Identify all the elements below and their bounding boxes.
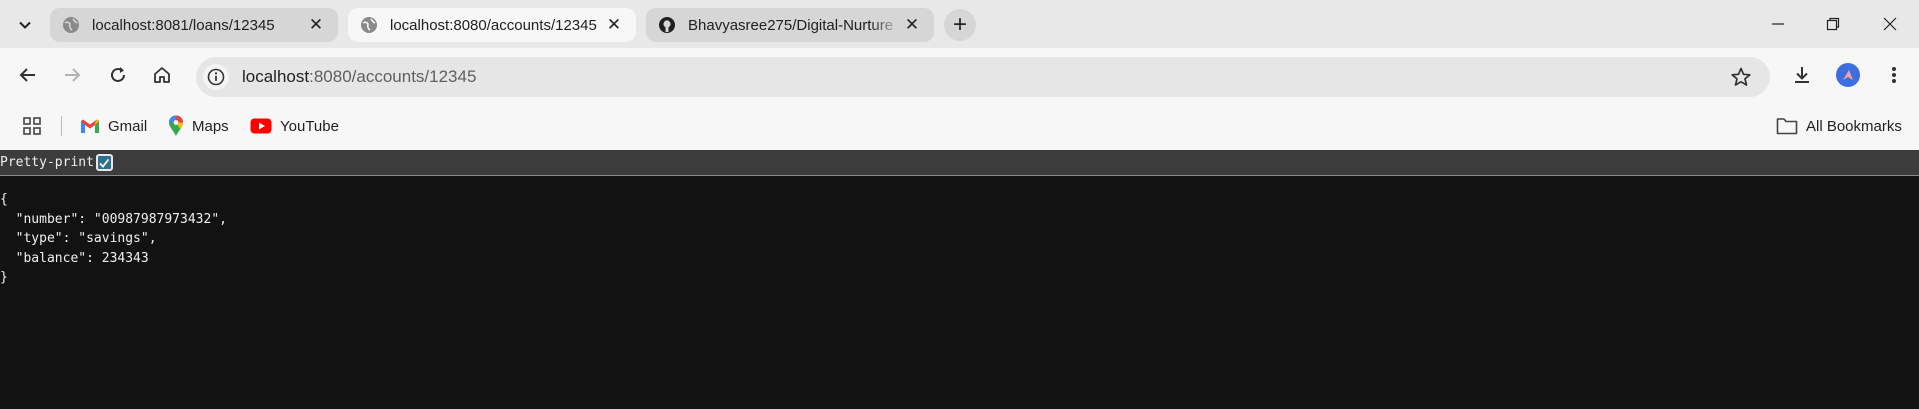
back-button[interactable] [13, 60, 43, 90]
close-icon[interactable]: ✕ [306, 15, 326, 35]
url-path: :8080/accounts/12345 [309, 67, 477, 86]
tab-strip: localhost:8081/loans/12345 ✕ localhost:8… [0, 0, 1919, 48]
avatar [1836, 63, 1860, 87]
bookmark-star-icon[interactable] [1730, 66, 1752, 88]
check-icon [99, 158, 110, 168]
close-icon[interactable]: ✕ [902, 15, 922, 35]
menu-button[interactable] [1879, 60, 1909, 90]
downloads-button[interactable] [1787, 60, 1817, 90]
new-tab-button[interactable]: + [944, 9, 976, 41]
tab-title: Bhavyasree275/Digital-Nurture [688, 16, 894, 34]
tab-title: localhost:8080/accounts/12345 [390, 16, 597, 34]
browser-toolbar: localhost:8080/accounts/12345 [0, 48, 1919, 102]
bookmark-label: Gmail [108, 117, 148, 135]
bookmark-gmail[interactable]: Gmail [80, 114, 147, 138]
json-type-line: "type": "savings", [0, 231, 157, 246]
download-icon [1795, 67, 1809, 83]
site-info-button[interactable] [203, 64, 229, 90]
maps-icon [169, 115, 183, 136]
json-number-line: "number": "00987987973432", [0, 211, 227, 227]
more-vert-icon [1892, 67, 1896, 83]
bookmarks-bar: Gmail Maps YouTube All Bookmarks [0, 102, 1919, 150]
home-icon [154, 67, 170, 83]
url-host: localhost [242, 67, 310, 86]
youtube-icon [250, 118, 272, 134]
plus-icon: + [952, 11, 967, 38]
json-viewer: { "number": "00987987973432", "type": "s… [0, 190, 227, 288]
pretty-print-label: Pretty-print [0, 155, 94, 170]
close-icon [1883, 17, 1897, 31]
json-close-brace: } [0, 270, 8, 285]
home-button[interactable] [147, 60, 177, 90]
bookmark-label: YouTube [280, 117, 339, 135]
json-open-brace: { [0, 192, 8, 207]
arrow-left-icon [19, 68, 35, 82]
reload-icon [111, 67, 125, 82]
restore-icon [1826, 17, 1840, 31]
restore-button[interactable] [1818, 9, 1848, 39]
arrow-right-icon [65, 68, 81, 82]
pretty-print-bar: Pretty-print [0, 150, 1919, 176]
profile-button[interactable] [1833, 60, 1863, 90]
bookmark-youtube[interactable]: YouTube [250, 114, 339, 138]
close-window-button[interactable] [1875, 9, 1905, 39]
tab-accounts[interactable]: localhost:8080/accounts/12345 ✕ [348, 8, 636, 42]
minimize-icon [1772, 23, 1784, 25]
info-icon [207, 68, 225, 86]
apps-grid-icon [23, 117, 41, 135]
tab-loans[interactable]: localhost:8081/loans/12345 ✕ [50, 8, 338, 42]
forward-button[interactable] [57, 60, 87, 90]
github-icon [659, 17, 675, 33]
close-icon[interactable]: ✕ [604, 15, 624, 35]
tab-github[interactable]: Bhavyasree275/Digital-Nurture ✕ [646, 8, 934, 42]
globe-icon [361, 17, 377, 33]
all-bookmarks-button[interactable]: All Bookmarks [1776, 114, 1902, 138]
minimize-button[interactable] [1763, 9, 1793, 39]
bookmark-maps[interactable]: Maps [168, 114, 229, 138]
bookmarks-separator [61, 116, 62, 136]
pretty-print-checkbox[interactable] [95, 154, 113, 171]
url-text[interactable]: localhost:8080/accounts/12345 [242, 67, 476, 87]
address-bar[interactable]: localhost:8080/accounts/12345 [196, 57, 1770, 97]
tab-search-button[interactable] [10, 10, 40, 40]
json-balance-line: "balance": 234343 [0, 250, 149, 266]
reload-button[interactable] [103, 60, 133, 90]
folder-icon [1776, 118, 1798, 135]
apps-button[interactable] [22, 114, 50, 138]
globe-icon [63, 17, 79, 33]
page-content: Pretty-print { "number": "00987987973432… [0, 150, 1919, 409]
gmail-icon [81, 119, 99, 133]
all-bookmarks-label: All Bookmarks [1806, 117, 1902, 135]
tab-title: localhost:8081/loans/12345 [92, 16, 275, 34]
bookmark-label: Maps [192, 117, 229, 135]
profile-avatar-icon [1843, 70, 1853, 80]
chevron-down-icon [19, 21, 31, 29]
